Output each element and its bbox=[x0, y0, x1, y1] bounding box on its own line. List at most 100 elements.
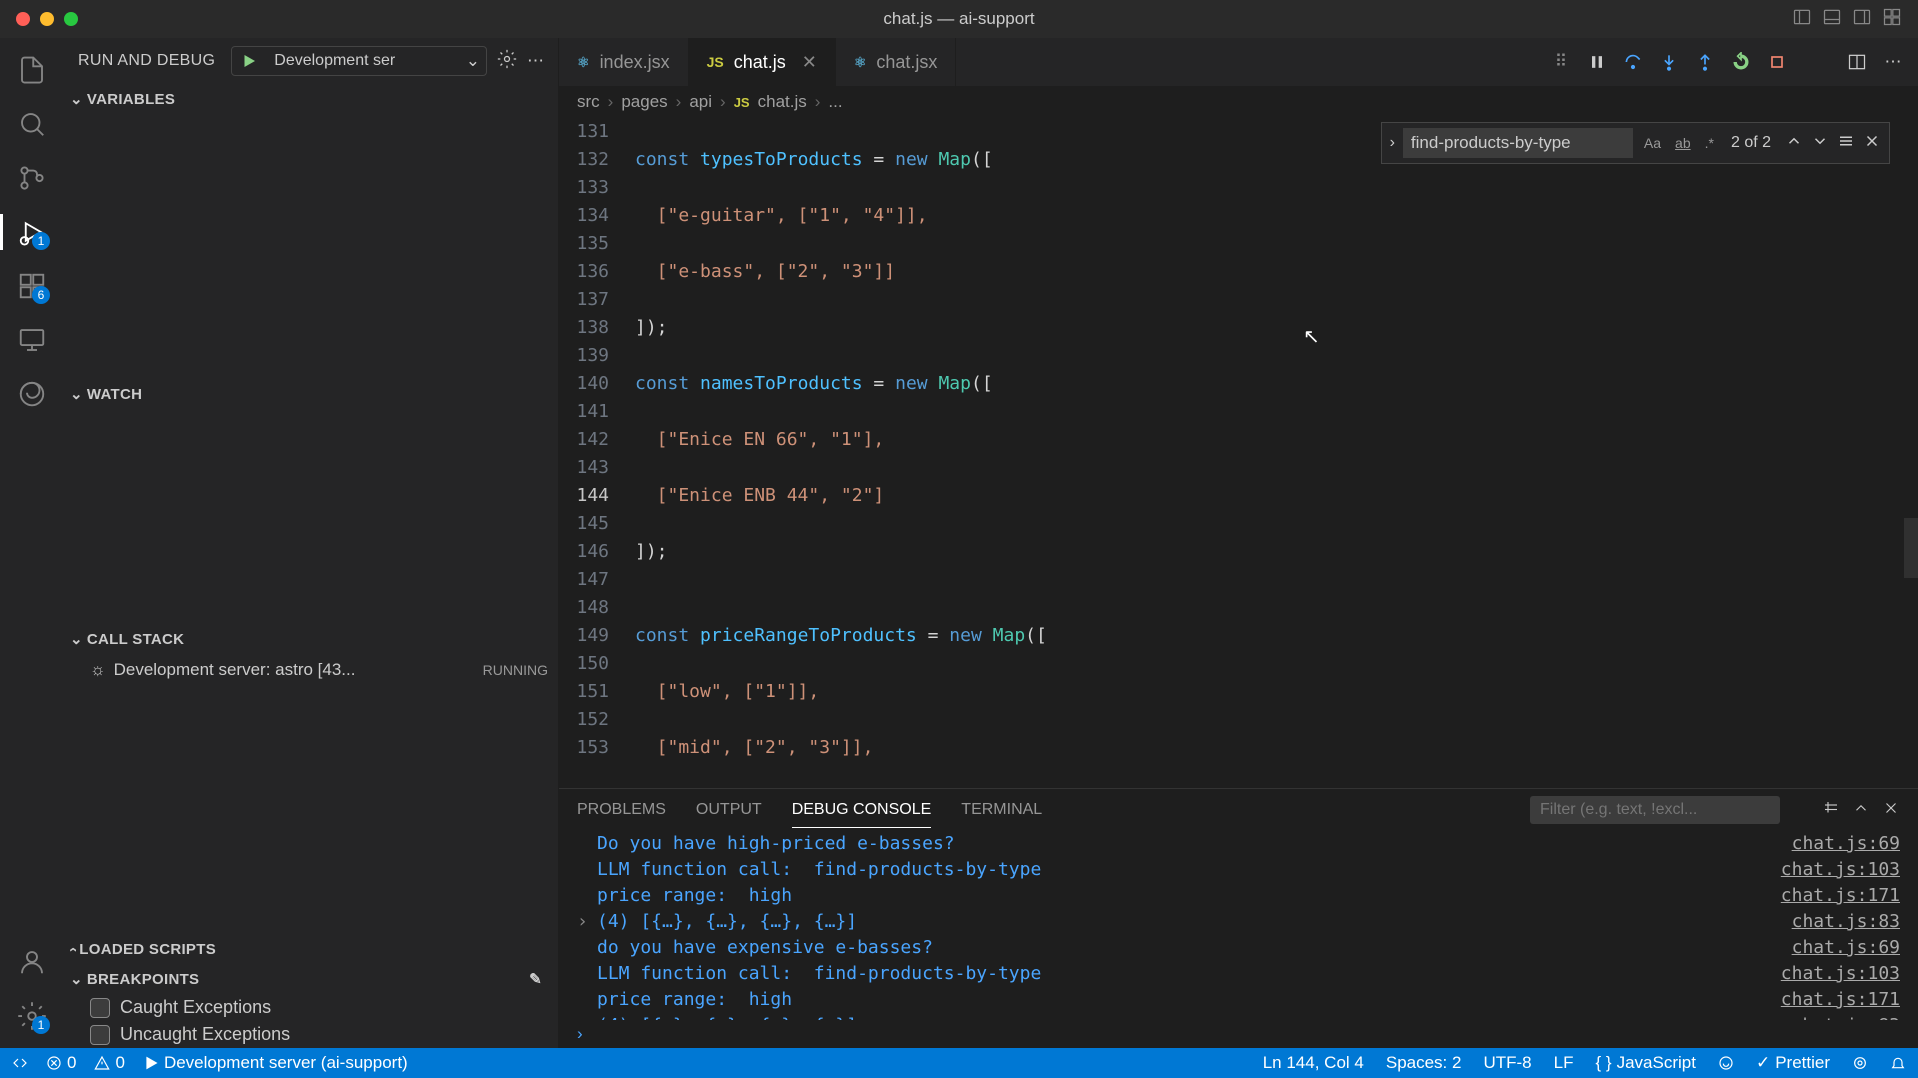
breakpoints-section-header[interactable]: ⌄BREAKPOINTS ✎ bbox=[64, 964, 558, 994]
eol[interactable]: LF bbox=[1554, 1053, 1574, 1073]
step-over-button[interactable] bbox=[1622, 51, 1644, 73]
variables-section-header[interactable]: ⌄VARIABLES bbox=[64, 84, 558, 114]
tab-debug-console[interactable]: DEBUG CONSOLE bbox=[792, 793, 932, 828]
errors-indicator[interactable]: 0 bbox=[46, 1053, 76, 1073]
notifications-icon[interactable] bbox=[1890, 1055, 1906, 1071]
cursor-position[interactable]: Ln 144, Col 4 bbox=[1263, 1053, 1364, 1073]
ports-icon[interactable] bbox=[1852, 1055, 1868, 1071]
close-tab-icon[interactable]: ✕ bbox=[802, 52, 817, 73]
breakpoints-label: BREAKPOINTS bbox=[87, 971, 199, 988]
more-actions-icon[interactable]: ⋯ bbox=[1882, 51, 1904, 73]
source-link[interactable]: chat.js:103 bbox=[1781, 961, 1900, 987]
edit-icon[interactable]: ✎ bbox=[529, 970, 542, 988]
regex-icon[interactable]: .* bbox=[1702, 133, 1717, 153]
source-link[interactable]: chat.js:83 bbox=[1792, 1013, 1900, 1020]
debug-badge: 1 bbox=[32, 232, 50, 250]
loaded-scripts-section-header[interactable]: ›LOADED SCRIPTS bbox=[64, 934, 558, 964]
source-link[interactable]: chat.js:69 bbox=[1792, 831, 1900, 857]
edge-tools-icon[interactable] bbox=[16, 378, 48, 410]
accounts-icon[interactable] bbox=[16, 946, 48, 978]
breadcrumb-item[interactable]: ... bbox=[828, 92, 842, 112]
minimize-window-button[interactable] bbox=[40, 12, 54, 26]
breadcrumb-item[interactable]: src bbox=[577, 92, 600, 112]
minimap[interactable] bbox=[1902, 118, 1918, 788]
restart-button[interactable] bbox=[1730, 51, 1752, 73]
close-window-button[interactable] bbox=[16, 12, 30, 26]
find-in-selection-icon[interactable] bbox=[1837, 132, 1855, 155]
toggle-primary-sidebar-icon[interactable] bbox=[1792, 7, 1812, 32]
clear-console-icon[interactable] bbox=[1822, 799, 1840, 822]
code-content[interactable]: const typesToProducts = new Map([ ["e-gu… bbox=[635, 118, 1918, 788]
tab-problems[interactable]: PROBLEMS bbox=[577, 793, 666, 827]
indentation[interactable]: Spaces: 2 bbox=[1386, 1053, 1462, 1073]
debug-config-name: Development ser bbox=[266, 52, 459, 70]
language-mode[interactable]: { } JavaScript bbox=[1595, 1053, 1695, 1073]
debug-status[interactable]: Development server (ai-support) bbox=[143, 1053, 408, 1073]
maximize-window-button[interactable] bbox=[64, 12, 78, 26]
extensions-icon[interactable]: 6 bbox=[16, 270, 48, 302]
breakpoint-caught-exceptions[interactable]: Caught Exceptions bbox=[64, 994, 558, 1021]
source-link[interactable]: chat.js:83 bbox=[1792, 909, 1900, 935]
editor-pane[interactable]: 131 132 133 134 135 136 137 138 139 140 … bbox=[559, 118, 1918, 788]
warnings-indicator[interactable]: 0 bbox=[94, 1053, 124, 1073]
match-word-icon[interactable]: ab bbox=[1672, 133, 1694, 153]
remote-indicator[interactable] bbox=[12, 1055, 28, 1071]
close-find-icon[interactable] bbox=[1863, 132, 1881, 155]
debug-console-input[interactable]: › bbox=[559, 1020, 1918, 1048]
source-link[interactable]: chat.js:69 bbox=[1792, 935, 1900, 961]
search-icon[interactable] bbox=[16, 108, 48, 140]
match-case-icon[interactable]: Aa bbox=[1641, 133, 1664, 153]
minimap-slider[interactable] bbox=[1904, 518, 1918, 578]
callstack-item[interactable]: ☼ Development server: astro [43... RUNNI… bbox=[64, 654, 558, 686]
debug-config-selector[interactable]: Development ser ⌄ bbox=[231, 46, 487, 76]
breadcrumb-item[interactable]: chat.js bbox=[758, 92, 807, 112]
feedback-icon[interactable] bbox=[1718, 1055, 1734, 1071]
encoding[interactable]: UTF-8 bbox=[1483, 1053, 1531, 1073]
expand-icon[interactable]: › bbox=[577, 909, 597, 935]
gear-icon[interactable] bbox=[497, 49, 517, 74]
step-into-button[interactable] bbox=[1658, 51, 1680, 73]
watch-section-header[interactable]: ⌄WATCH bbox=[64, 379, 558, 409]
tab-index-jsx[interactable]: ⚛ index.jsx bbox=[559, 38, 689, 86]
find-previous-icon[interactable] bbox=[1785, 132, 1803, 155]
source-control-icon[interactable] bbox=[16, 162, 48, 194]
close-panel-icon[interactable] bbox=[1882, 799, 1900, 822]
breakpoint-uncaught-exceptions[interactable]: Uncaught Exceptions bbox=[64, 1021, 558, 1048]
tab-chat-js[interactable]: JS chat.js ✕ bbox=[689, 38, 836, 86]
breadcrumb[interactable]: src› pages› api› JS chat.js› ... bbox=[559, 86, 1918, 118]
collapse-panel-icon[interactable] bbox=[1852, 799, 1870, 822]
chevron-down-icon[interactable]: ⌄ bbox=[460, 51, 486, 71]
pause-button[interactable] bbox=[1586, 51, 1608, 73]
toggle-panel-icon[interactable] bbox=[1822, 7, 1842, 32]
breadcrumb-item[interactable]: api bbox=[689, 92, 712, 112]
customize-layout-icon[interactable] bbox=[1882, 7, 1902, 32]
settings-icon[interactable]: 1 bbox=[16, 1000, 48, 1032]
split-editor-icon[interactable] bbox=[1846, 51, 1868, 73]
start-debug-button[interactable] bbox=[232, 52, 266, 70]
tab-chat-jsx[interactable]: ⚛ chat.jsx bbox=[836, 38, 957, 86]
find-next-icon[interactable] bbox=[1811, 132, 1829, 155]
stop-button[interactable] bbox=[1766, 51, 1788, 73]
source-link[interactable]: chat.js:171 bbox=[1781, 987, 1900, 1013]
debug-console-output[interactable]: Do you have high-priced e-basses?chat.js… bbox=[559, 831, 1918, 1020]
more-actions-icon[interactable]: ⋯ bbox=[527, 51, 544, 71]
expand-find-icon[interactable]: › bbox=[1390, 134, 1395, 152]
toggle-secondary-sidebar-icon[interactable] bbox=[1852, 7, 1872, 32]
tab-terminal[interactable]: TERMINAL bbox=[961, 793, 1042, 827]
checkbox[interactable] bbox=[90, 1025, 110, 1045]
prettier-status[interactable]: ✓ Prettier bbox=[1756, 1053, 1830, 1073]
callstack-section-header[interactable]: ⌄CALL STACK bbox=[64, 624, 558, 654]
find-input[interactable] bbox=[1403, 128, 1633, 158]
panel-filter-input[interactable] bbox=[1530, 796, 1780, 824]
checkbox[interactable] bbox=[90, 998, 110, 1018]
step-out-button[interactable] bbox=[1694, 51, 1716, 73]
explorer-icon[interactable] bbox=[16, 54, 48, 86]
source-link[interactable]: chat.js:171 bbox=[1781, 883, 1900, 909]
source-link[interactable]: chat.js:103 bbox=[1781, 857, 1900, 883]
tab-output[interactable]: OUTPUT bbox=[696, 793, 762, 827]
run-and-debug-icon[interactable]: 1 bbox=[16, 216, 48, 248]
breadcrumb-item[interactable]: pages bbox=[621, 92, 667, 112]
drag-handle-icon[interactable]: ⠿ bbox=[1550, 51, 1572, 73]
remote-explorer-icon[interactable] bbox=[16, 324, 48, 356]
expand-icon[interactable]: › bbox=[577, 1013, 597, 1020]
